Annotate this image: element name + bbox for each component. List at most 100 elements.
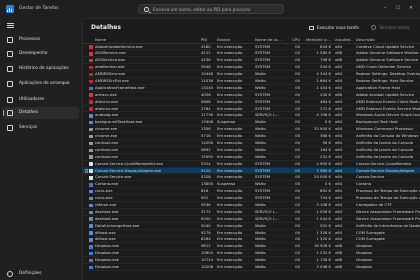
table-row[interactable]: AGMService.exe 4212 Em execução SYSTEM 00 1 5… [83, 50, 420, 58]
table-row[interactable]: csrss.exe 952 Em execução SYSTEM 00 744 K x64 P… [83, 195, 420, 202]
table-row[interactable]: AdobeUpdateService.exe 4180 Em execução SYS… [83, 44, 420, 51]
table-row[interactable]: Corsair.Service.exe 5328 Em execução SYSTEM… [83, 174, 420, 182]
table-row[interactable]: conhost.exe 15092 Em execução Walto 00 252 K x… [83, 154, 420, 161]
description-cell: Windows Command Processor [356, 126, 414, 132]
column-header-memory[interactable]: Memória (c... [303, 36, 331, 44]
table-row[interactable]: ApplicationFrameHost.exe 13140 Em execução… [83, 85, 420, 92]
table-row[interactable]: Dropbox.exe 10604 Em execução Walto 00 1 232 … [83, 250, 420, 258]
column-header-status[interactable]: Estado [217, 36, 253, 44]
table-row[interactable]: AGSService.exe 4236 Em execução SYSTEM 00 796… [83, 57, 420, 65]
memory-cell: 1 580 K [316, 50, 331, 56]
table-row[interactable]: AMDRSSrcExt.exe 11036 Em execução Walto 00 2 … [83, 78, 420, 85]
row-checkbox[interactable] [84, 169, 88, 173]
table-row[interactable]: DataExchangeHost.exe 5040 Em execução Walto… [83, 223, 420, 230]
process-icon [89, 93, 93, 97]
sidebar-item-settings[interactable]: Definições [3, 268, 79, 280]
sidebar-item-history[interactable]: Histórico de aplicações [3, 63, 79, 75]
architecture-cell: x64 [335, 71, 343, 77]
column-header-description[interactable]: Descrição [356, 36, 420, 44]
user-name-cell: SERVIÇO L... [255, 208, 279, 214]
memory-cell: 552 K [320, 222, 331, 228]
table-row[interactable]: conhost.exe 9692 Em execução Walto 00 164 K x6… [83, 147, 420, 154]
search-box[interactable] [138, 4, 284, 14]
memory-cell: 796 K [320, 57, 331, 63]
user-name-cell: Walto [255, 126, 266, 132]
sidebar-item-speedometer[interactable]: Aplicações de arranque [3, 78, 79, 90]
process-icon [89, 176, 93, 180]
column-header-name[interactable]: Nome [95, 36, 193, 44]
table-row[interactable]: dasHost.exe 3172 Em execução SERVIÇO L... 00… [83, 209, 420, 216]
table-row[interactable]: Cortana.exe 13800 Suspenso Walto 00 0 K x64 Cor… [83, 181, 420, 189]
process-name-cell: dasHost.exe [95, 215, 119, 221]
table-row[interactable]: conhost.exe 14200 Em execução Walto 00 56 K x6… [83, 140, 420, 147]
column-header-cpu[interactable]: CPU [290, 36, 300, 44]
memory-cell: 56 K [322, 139, 331, 145]
hamburger-menu-icon[interactable] [7, 23, 14, 28]
close-button[interactable]: ✕ [406, 4, 416, 13]
pid-cell: 14200 [201, 139, 214, 145]
user-name-cell: SERVIÇO L... [255, 215, 279, 221]
cpu-cell: 00 [295, 84, 300, 90]
architecture-cell: x86 [335, 250, 343, 256]
sidebar-item-label: Serviços [19, 125, 38, 131]
table-row[interactable]: backgroundTaskHost.exe 13408 Suspenso Walto… [83, 119, 420, 127]
table-row[interactable]: Corsair.Service.CpuIdRemote64.exe 5324 Em … [83, 161, 420, 168]
user-name-cell: SYSTEM [255, 64, 271, 70]
column-header-user[interactable]: Nome de ut... [255, 36, 289, 44]
cpu-cell: 00 [295, 146, 300, 152]
process-name-cell: Corsair.Service.CpuIdRemote64.exe [95, 160, 163, 166]
user-name-cell: SYSTEM [255, 43, 271, 49]
status-cell: Em execução [217, 229, 243, 235]
pid-cell: 9692 [201, 146, 211, 152]
sidebar-item-grid[interactable]: Processos [3, 34, 79, 46]
process-icon [89, 210, 93, 215]
table-row[interactable]: atieclxx.exe 5608 Em execução SYSTEM 00 484 K… [83, 99, 420, 106]
chart-icon [7, 51, 13, 57]
sidebar-item-users[interactable]: Utilizadores [3, 94, 79, 106]
gear-icon [7, 271, 13, 277]
memory-cell: 1 328 K [316, 229, 331, 235]
memory-cell: 33 900 K [314, 126, 331, 132]
table-row[interactable]: chrome.exe 5716 Em execução Walto 00 368 K x64… [83, 133, 420, 140]
table-row[interactable]: AMDRSServ.exe 10448 Em execução Walto 00 4 34… [83, 71, 420, 78]
table-row[interactable]: chrome.exe 1356 Em execução Walto 00 33 900 K… [83, 126, 420, 134]
run-new-task-button[interactable]: Executar nova tarefa [307, 23, 365, 33]
cpu-cell: 00 [295, 50, 300, 56]
table-row[interactable]: amdfendrsr.exe 3948 Em execução SYSTEM 00 204… [83, 64, 420, 72]
process-icon [89, 65, 93, 70]
process-name-cell: ApplicationFrameHost.exe [95, 84, 145, 90]
table-row[interactable]: atiesrxx.exe 2784 Em execução SYSTEM 00 272 K… [83, 106, 420, 113]
user-name-cell: Walto [255, 257, 266, 263]
description-cell: Processo de Tempo de Execução do [356, 195, 420, 201]
process-icon [89, 231, 93, 235]
search-input[interactable] [153, 5, 281, 14]
table-row[interactable]: dasHost.exe 6200 Em execução SERVIÇO L... 00… [83, 216, 420, 223]
user-name-cell: Walto [255, 119, 266, 125]
pid-cell: 2784 [201, 105, 211, 111]
table-row[interactable]: Corsair.Service.DisplayAdapter.exe 9120 Em… [83, 167, 420, 175]
table-row[interactable]: Dropbox.exe 9812 Em execução Walto 00 18 928 … [83, 243, 420, 251]
table-row[interactable]: csrss.exe 816 Em execução SYSTEM 00 692 K x64 P… [83, 188, 420, 196]
table-row[interactable]: audiodg.exe 11736 Em execução SERVIÇO L... 0… [83, 112, 420, 120]
column-header-pid[interactable]: PID [201, 36, 215, 44]
sidebar-item-puzzle[interactable]: Serviços [3, 122, 79, 134]
sidebar-item-list[interactable]: Detalhes [3, 107, 79, 119]
end-task-button[interactable]: Terminar tarefa [369, 23, 413, 33]
description-cell: Cortana [356, 181, 372, 187]
description-cell: COM Surrogate [356, 236, 385, 242]
sidebar-item-chart[interactable]: Desempenho [3, 48, 79, 60]
table-row[interactable]: dllhost.exe 9276 Em execução Walto 00 1 328 K… [83, 230, 420, 237]
memory-cell: 744 K [320, 195, 331, 201]
column-header-architecture[interactable]: Arquitet... [335, 36, 353, 44]
table-row[interactable]: Dropbox.exe 10724 Em execução Walto 00 1 136 … [83, 257, 420, 264]
table-row[interactable]: dllhost.exe 8264 Em execução Walto 00 1 320 K… [83, 236, 420, 244]
minimize-button[interactable]: – [380, 4, 390, 13]
sidebar-item-label: Histórico de aplicações [19, 66, 69, 72]
table-row[interactable]: Dropbox.exe 10208 Em execução Walto 00 3 048 … [83, 264, 420, 271]
table-row[interactable]: armsvc.exe 4056 Em execução SYSTEM 00 200 K x8… [83, 92, 420, 99]
memory-cell: 692 K [320, 188, 331, 194]
table-row[interactable]: ctfmon.exe 9536 Em execução Walto 00 3 108 K x… [83, 202, 420, 209]
description-cell: Anfitrião da Janela da Consola [356, 139, 414, 145]
maximize-button[interactable]: ☐ [393, 4, 403, 13]
user-name-cell: Walto [255, 139, 266, 145]
